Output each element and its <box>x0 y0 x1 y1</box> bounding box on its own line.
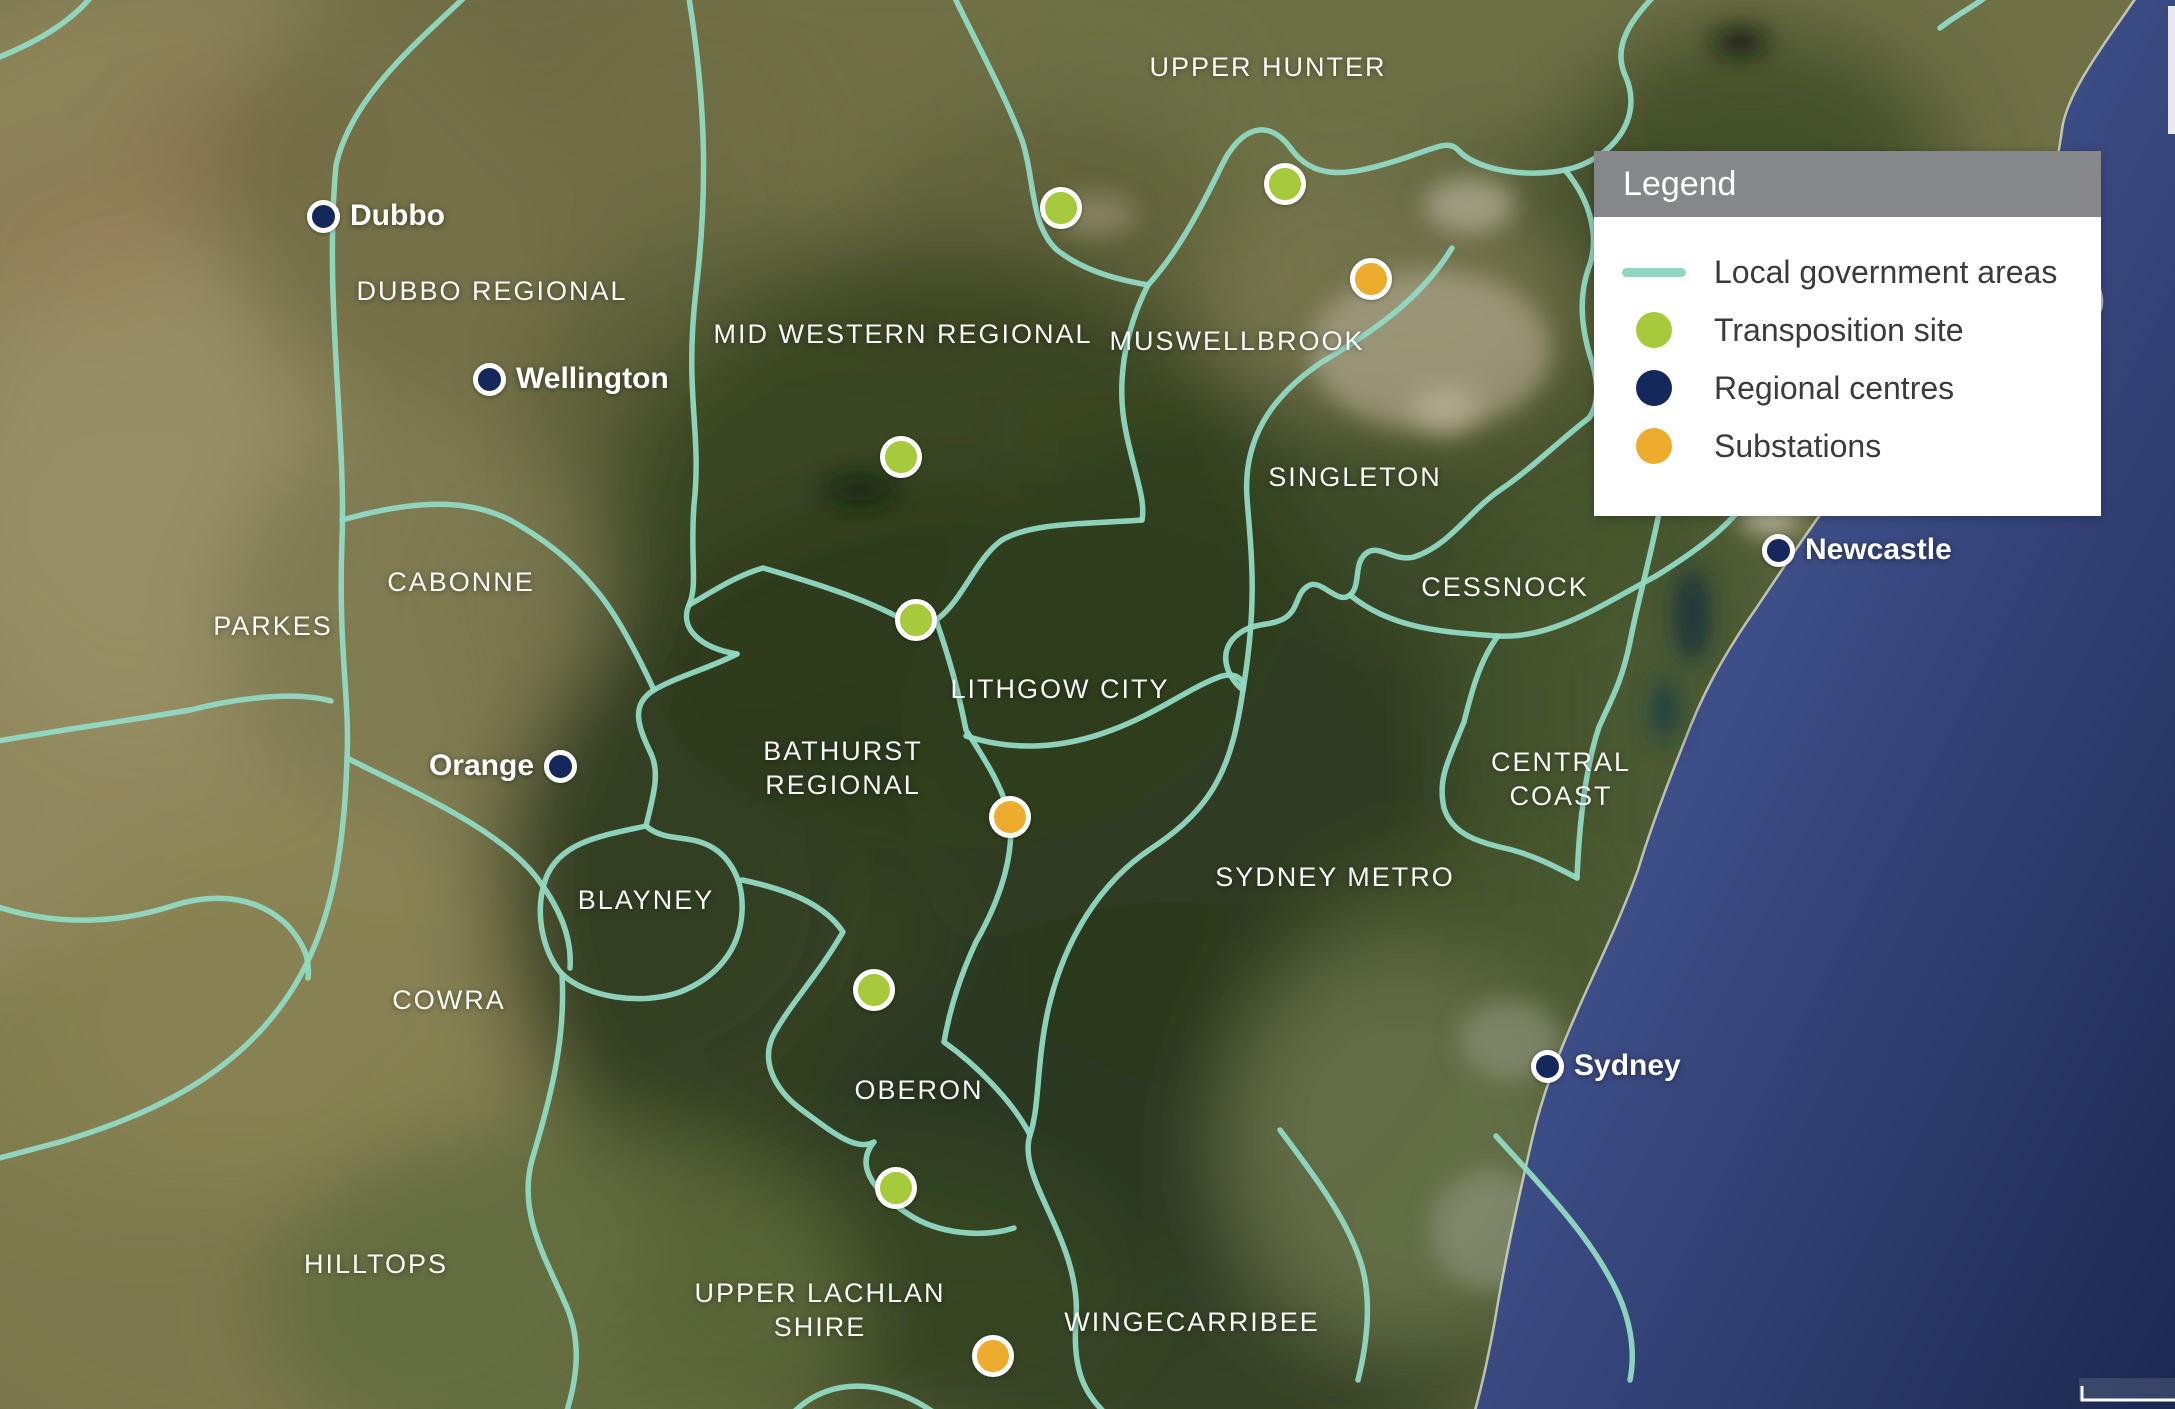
region-label-cowra: COWRA <box>392 983 506 1017</box>
region-label-line: UPPER HUNTER <box>1149 50 1386 84</box>
legend-swatch-column <box>1594 428 1714 464</box>
region-label-line: COWRA <box>392 983 506 1017</box>
map-figure: UPPER HUNTER DUBBO REGIONAL MID WESTERN RE… <box>0 0 2175 1409</box>
city-dubbo: Dubbo <box>307 199 445 233</box>
legend-title: Legend <box>1594 151 2101 217</box>
regional-centre-marker <box>544 750 577 783</box>
region-label-line: PARKES <box>213 609 333 643</box>
region-label-line: BLAYNEY <box>578 883 715 917</box>
region-label-cabonne: CABONNE <box>387 565 535 599</box>
legend-swatch-column <box>1594 370 1714 406</box>
legend-items: Local government areas Transposition site… <box>1594 217 2101 475</box>
region-label-mid-western-regional: MID WESTERN REGIONAL <box>713 317 1092 351</box>
transposition-site-marker <box>1040 187 1082 229</box>
city-label: Sydney <box>1574 1049 1681 1083</box>
region-label-line: OBERON <box>854 1073 983 1107</box>
region-label-line: HILLTOPS <box>304 1247 448 1281</box>
city-orange: Orange <box>429 749 577 783</box>
region-label-line: CESSNOCK <box>1421 570 1589 604</box>
region-label-line: COAST <box>1491 779 1631 813</box>
substation-marker <box>989 796 1031 838</box>
substations-dot-swatch <box>1636 428 1672 464</box>
region-label-singleton: SINGLETON <box>1268 460 1442 494</box>
legend-item-label: Substations <box>1714 428 1881 465</box>
region-label-sydney-metro: SYDNEY METRO <box>1215 860 1455 894</box>
region-label-cessnock: CESSNOCK <box>1421 570 1589 604</box>
region-label-muswellbrook: MUSWELLBROOK <box>1109 324 1364 358</box>
region-label-blayney: BLAYNEY <box>578 883 715 917</box>
transposition-site-marker <box>895 599 937 641</box>
region-label-central-coast: CENTRALCOAST <box>1491 745 1631 813</box>
region-label-oberon: OBERON <box>854 1073 983 1107</box>
region-label-parkes: PARKES <box>213 609 333 643</box>
legend-panel: Legend Local government areas Transpositi… <box>1594 151 2101 516</box>
region-label-line: BATHURST <box>763 734 923 768</box>
region-label-line: CABONNE <box>387 565 535 599</box>
city-label: Wellington <box>516 362 669 396</box>
region-label-line: DUBBO REGIONAL <box>356 274 627 308</box>
transposition-site-marker <box>853 969 895 1011</box>
region-label-lithgow-city: LITHGOW CITY <box>951 672 1170 706</box>
region-label-upper-hunter: UPPER HUNTER <box>1149 50 1386 84</box>
city-label: Dubbo <box>350 199 445 233</box>
city-newcastle: Newcastle <box>1762 533 1952 567</box>
transposition-site-dot-swatch <box>1636 312 1672 348</box>
legend-swatch-column <box>1594 312 1714 348</box>
city-label: Orange <box>429 749 534 783</box>
regional-centres-dot-swatch <box>1636 370 1672 406</box>
transposition-site-marker <box>875 1167 917 1209</box>
region-label-line: SYDNEY METRO <box>1215 860 1455 894</box>
regional-centre-marker <box>1762 534 1795 567</box>
city-sydney: Sydney <box>1531 1049 1681 1083</box>
region-label-line: REGIONAL <box>763 768 923 802</box>
region-label-line: UPPER LACHLAN <box>694 1276 945 1310</box>
regional-centre-marker <box>473 363 506 396</box>
region-label-upper-lachlan-shire: UPPER LACHLANSHIRE <box>694 1276 945 1344</box>
legend-item-regional-centres: Regional centres <box>1594 359 2101 417</box>
right-edge-strip <box>2168 6 2175 134</box>
legend-item-substations: Substations <box>1594 417 2101 475</box>
region-label-line: WINGECARRIBEE <box>1064 1305 1320 1339</box>
transposition-site-marker <box>880 436 922 478</box>
city-label: Newcastle <box>1805 533 1952 567</box>
region-label-line: MID WESTERN REGIONAL <box>713 317 1092 351</box>
legend-item-transposition-site: Transposition site <box>1594 301 2101 359</box>
regional-centre-marker <box>1531 1050 1564 1083</box>
transposition-site-marker <box>1264 163 1306 205</box>
region-label-line: SHIRE <box>694 1310 945 1344</box>
legend-item-label: Transposition site <box>1714 312 1964 349</box>
legend-item-label: Local government areas <box>1714 254 2057 291</box>
substation-marker <box>1350 258 1392 300</box>
local-government-areas-line-swatch <box>1622 268 1686 277</box>
region-label-dubbo-regional: DUBBO REGIONAL <box>356 274 627 308</box>
region-label-bathurst-regional: BATHURSTREGIONAL <box>763 734 923 802</box>
legend-item-label: Regional centres <box>1714 370 1954 407</box>
region-label-line: SINGLETON <box>1268 460 1442 494</box>
region-label-wingecarribee: WINGECARRIBEE <box>1064 1305 1320 1339</box>
region-label-line: CENTRAL <box>1491 745 1631 779</box>
region-label-line: MUSWELLBROOK <box>1109 324 1364 358</box>
city-wellington: Wellington <box>473 362 669 396</box>
region-label-line: LITHGOW CITY <box>951 672 1170 706</box>
substation-marker <box>972 1335 1014 1377</box>
regional-centre-marker <box>307 200 340 233</box>
region-label-hilltops: HILLTOPS <box>304 1247 448 1281</box>
legend-swatch-column <box>1594 268 1714 277</box>
legend-item-local-government-areas: Local government areas <box>1594 243 2101 301</box>
